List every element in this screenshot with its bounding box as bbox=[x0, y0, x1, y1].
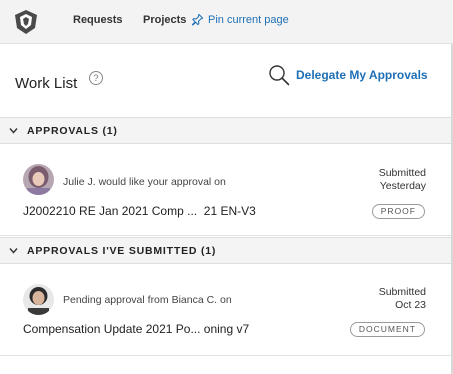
section-title: APPROVALS I'VE SUBMITTED (1) bbox=[27, 245, 217, 257]
submitted-status: Submitted Yesterday bbox=[379, 167, 426, 193]
document-title[interactable]: Compensation Update 2021 Po... oning v7 bbox=[23, 322, 249, 336]
approval-item[interactable]: Julie J. would like your approval on J20… bbox=[0, 144, 453, 236]
submitted-status: Submitted Oct 23 bbox=[379, 286, 426, 312]
pending-message: Pending approval from Bianca C. on bbox=[63, 294, 232, 306]
section-approvals[interactable]: APPROVALS (1) bbox=[0, 117, 453, 144]
help-icon[interactable]: ? bbox=[89, 71, 103, 85]
magnifier-icon bbox=[269, 65, 290, 86]
submitted-label: Submitted bbox=[378, 167, 426, 179]
submitted-item[interactable]: Pending approval from Bianca C. on Compe… bbox=[0, 264, 453, 356]
approval-message: Julie J. would like your approval on bbox=[63, 176, 226, 188]
submitted-date: Yesterday bbox=[379, 180, 426, 192]
avatar bbox=[23, 164, 54, 195]
chevron-down-icon bbox=[9, 248, 18, 254]
submitted-label: Submitted bbox=[378, 286, 426, 298]
type-badge: DOCUMENT bbox=[349, 322, 425, 337]
delegate-approvals-button[interactable]: Delegate My Approvals bbox=[268, 64, 428, 86]
avatar bbox=[23, 284, 54, 315]
work-list-header: Work List ? Delegate My Approvals bbox=[0, 44, 453, 116]
section-title: APPROVALS (1) bbox=[27, 125, 118, 137]
type-badge: PROOF bbox=[371, 204, 425, 219]
page-title: Work List bbox=[15, 75, 78, 92]
chevron-down-icon bbox=[9, 128, 18, 134]
document-title[interactable]: J2002210 RE Jan 2021 Comp ... 21 EN-V3 bbox=[23, 204, 256, 218]
pin-icon bbox=[191, 13, 204, 26]
lion-logo-icon[interactable] bbox=[13, 9, 39, 35]
section-approvals-submitted[interactable]: APPROVALS I'VE SUBMITTED (1) bbox=[0, 237, 453, 264]
submitted-date: Oct 23 bbox=[395, 299, 426, 311]
nav-requests[interactable]: Requests bbox=[73, 14, 123, 26]
top-nav-bar: Requests Projects Pin current page bbox=[0, 0, 453, 44]
pin-current-page-link[interactable]: Pin current page bbox=[191, 13, 289, 26]
nav-projects[interactable]: Projects bbox=[143, 14, 186, 26]
pin-label: Pin current page bbox=[208, 13, 289, 26]
delegate-label: Delegate My Approvals bbox=[296, 68, 428, 82]
